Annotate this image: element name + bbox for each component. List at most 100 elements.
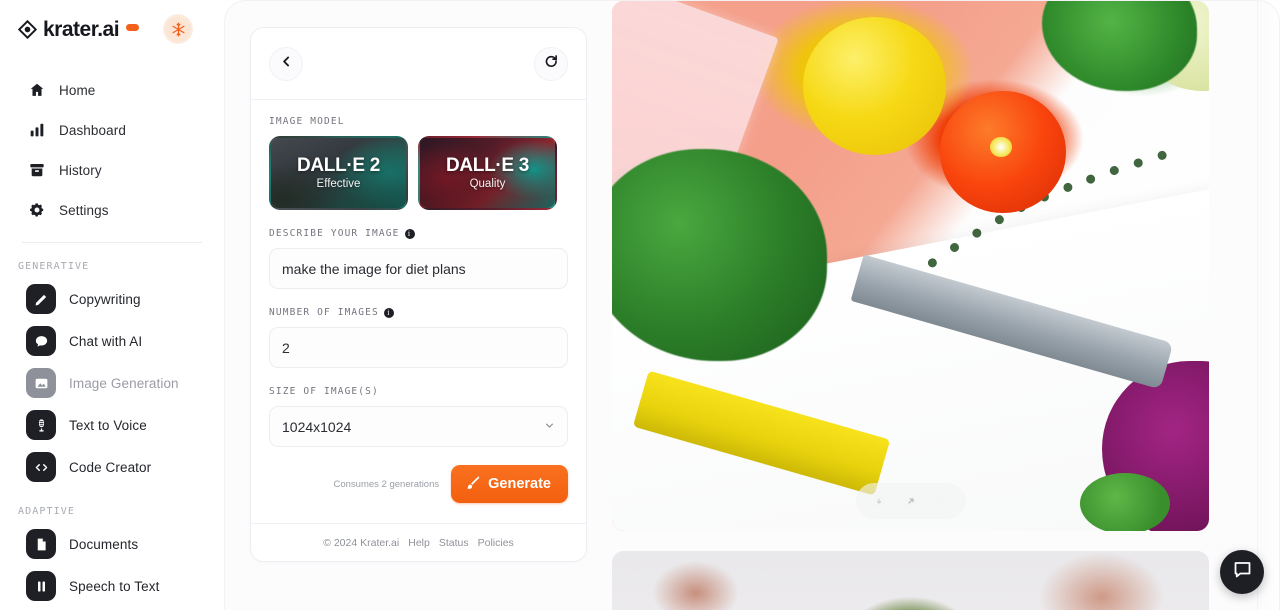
sidebar-item-dashboard[interactable]: Dashboard — [0, 110, 224, 150]
number-of-images-input[interactable]: 2 — [269, 327, 568, 368]
label-text: DESCRIBE YOUR IMAGE — [269, 228, 400, 239]
model-subtitle: Quality — [469, 177, 506, 190]
main-canvas: IMAGE MODEL DALL·E 2 Effective DALL·E 3 … — [224, 0, 1280, 610]
sidebar-item-label: Settings — [59, 202, 109, 218]
image-icon — [26, 368, 56, 398]
sidebar-item-speech-to-text[interactable]: Speech to Text — [0, 565, 224, 607]
microphone-icon — [26, 410, 56, 440]
sidebar-divider — [22, 242, 202, 243]
sidebar-item-label: Speech to Text — [69, 578, 160, 594]
sidebar-item-label: Text to Voice — [69, 417, 147, 433]
footer-link-policies[interactable]: Policies — [478, 537, 514, 549]
generate-label: Generate — [488, 476, 551, 492]
sidebar-item-label: Dashboard — [59, 122, 126, 138]
gear-icon — [28, 202, 45, 219]
label-text: NUMBER OF IMAGES — [269, 307, 379, 318]
lemon-shape — [803, 16, 947, 155]
info-icon[interactable]: i — [404, 228, 415, 239]
refresh-button[interactable] — [534, 46, 568, 81]
generate-row: Consumes 2 generations Generate — [269, 465, 568, 503]
panel-body: IMAGE MODEL DALL·E 2 Effective DALL·E 3 … — [251, 100, 586, 523]
size-of-images-select[interactable]: 1024x1024 — [269, 406, 568, 447]
generated-image-1-content — [612, 1, 1209, 531]
sidebar-item-chat-with-ai[interactable]: Chat with AI — [0, 320, 224, 362]
sidebar-group-title-generative: GENERATIVE — [18, 261, 90, 272]
label-text: IMAGE MODEL — [269, 116, 345, 127]
waveform-icon — [26, 571, 56, 601]
label-text: SIZE OF IMAGE(S) — [269, 386, 379, 397]
sidebar: krater.ai Home Dashboard History Setting… — [0, 0, 224, 610]
diamond-logo-icon — [17, 19, 38, 39]
sidebar-item-label: Home — [59, 82, 96, 98]
size-of-images-value: 1024x1024 — [282, 418, 352, 435]
sidebar-item-label: Image Generation — [69, 375, 179, 391]
sidebar-item-code-creator[interactable]: Code Creator — [0, 446, 224, 488]
back-button[interactable] — [269, 46, 303, 81]
code-brackets-icon — [26, 452, 56, 482]
brand-name: krater.ai — [43, 17, 120, 41]
panel-header — [251, 28, 586, 100]
brand-logo[interactable]: krater.ai — [0, 0, 224, 58]
describe-image-input[interactable]: make the image for diet plans — [269, 248, 568, 289]
sidebar-item-history[interactable]: History — [0, 150, 224, 190]
model-name: DALL·E 3 — [445, 155, 530, 177]
results-column — [612, 1, 1237, 610]
sidebar-item-label: Documents — [69, 536, 139, 552]
stage-right-edge — [1257, 1, 1279, 610]
generate-button[interactable]: Generate — [451, 465, 568, 503]
document-icon — [26, 529, 56, 559]
generated-image-2[interactable] — [612, 551, 1209, 610]
broccoli-shape — [612, 149, 827, 362]
model-card-dalle3[interactable]: DALL·E 3 Quality — [418, 136, 557, 210]
sidebar-item-documents[interactable]: Documents — [0, 523, 224, 565]
sidebar-group-title-adaptive: ADAPTIVE — [18, 506, 75, 517]
app-root: krater.ai Home Dashboard History Setting… — [0, 0, 1280, 610]
primary-nav: Home Dashboard History Settings — [0, 70, 224, 230]
image-model-label: IMAGE MODEL — [269, 116, 568, 127]
download-icon[interactable] — [870, 492, 888, 510]
describe-image-label: DESCRIBE YOUR IMAGE i — [269, 228, 568, 239]
home-icon — [28, 82, 45, 99]
flag-icon[interactable] — [934, 492, 952, 510]
generation-stage: IMAGE MODEL DALL·E 2 Effective DALL·E 3 … — [224, 0, 1280, 610]
brand-dash-icon — [126, 24, 140, 31]
footer-link-status[interactable]: Status — [439, 537, 469, 549]
sidebar-item-settings[interactable]: Settings — [0, 190, 224, 230]
info-icon[interactable]: i — [383, 307, 394, 318]
chevron-left-icon — [280, 55, 293, 73]
generated-image-2-content — [612, 551, 1209, 610]
number-of-images-value: 2 — [282, 339, 290, 356]
sidebar-item-copywriting[interactable]: Copywriting — [0, 278, 224, 320]
refresh-icon — [544, 54, 558, 73]
sidebar-item-label: History — [59, 162, 102, 178]
snowflake-icon[interactable] — [163, 14, 194, 44]
sidebar-item-home[interactable]: Home — [0, 70, 224, 110]
chat-bubble-icon — [1232, 559, 1253, 585]
model-card-dalle2[interactable]: DALL·E 2 Effective — [269, 136, 408, 210]
archive-icon — [28, 162, 45, 179]
sidebar-item-label: Chat with AI — [69, 333, 143, 349]
bar-chart-icon — [28, 122, 45, 139]
tomato-shape — [940, 91, 1066, 213]
pencil-icon — [26, 284, 56, 314]
sidebar-item-text-to-voice[interactable]: Text to Voice — [0, 404, 224, 446]
size-of-images-label: SIZE OF IMAGE(S) — [269, 386, 568, 397]
sidebar-item-image-generation[interactable]: Image Generation — [0, 362, 224, 404]
copyright-text: © 2024 Krater.ai — [323, 536, 400, 549]
chevron-down-icon — [544, 420, 555, 434]
sidebar-item-label: Code Creator — [69, 459, 152, 475]
image-actions-toolbar — [855, 483, 966, 519]
chat-support-button[interactable] — [1220, 550, 1264, 594]
image-generation-panel: IMAGE MODEL DALL·E 2 Effective DALL·E 3 … — [250, 27, 587, 562]
panel-footer: © 2024 Krater.ai Help Status Policies — [251, 523, 586, 561]
number-of-images-label: NUMBER OF IMAGES i — [269, 307, 568, 318]
sidebar-item-label: Copywriting — [69, 291, 141, 307]
generated-image-1[interactable] — [612, 1, 1209, 531]
model-name: DALL·E 2 — [296, 155, 381, 177]
consume-note: Consumes 2 generations — [333, 478, 440, 490]
upscale-icon[interactable] — [902, 492, 920, 510]
describe-image-value: make the image for diet plans — [282, 260, 466, 277]
footer-link-help[interactable]: Help — [408, 537, 430, 549]
chat-bubble-icon — [26, 326, 56, 356]
model-selector: DALL·E 2 Effective DALL·E 3 Quality — [269, 136, 568, 210]
